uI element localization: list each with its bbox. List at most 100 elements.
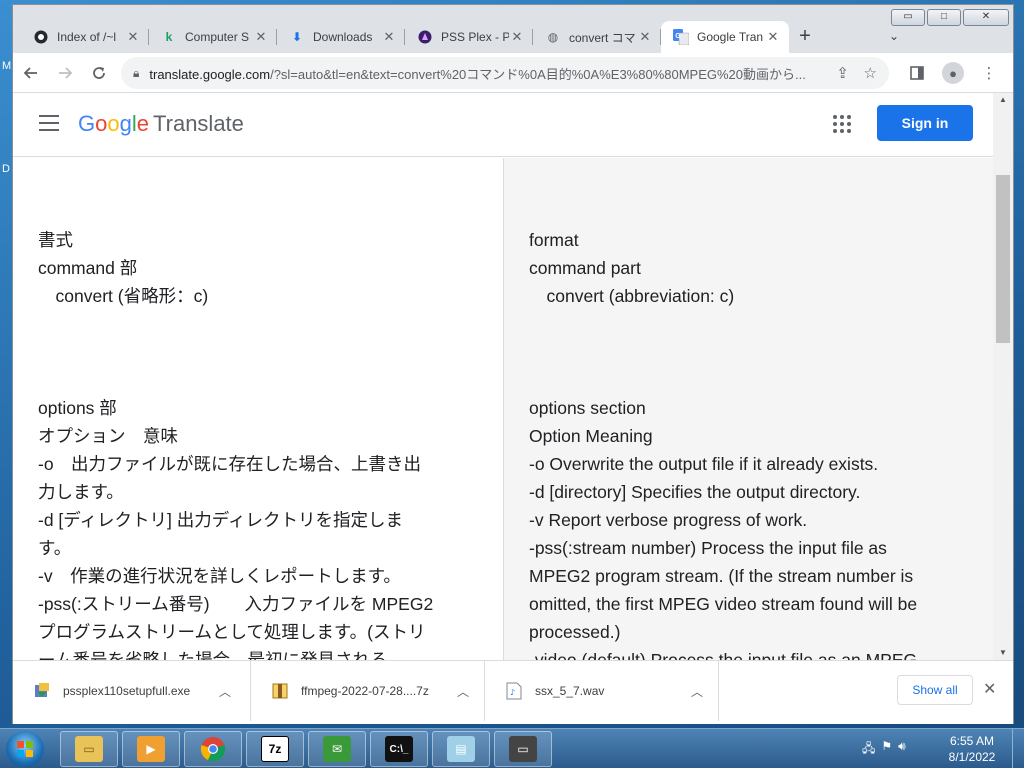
app-taskbar-button[interactable]: ✉ <box>308 731 366 767</box>
google-apps-icon[interactable] <box>833 115 851 133</box>
source-line: 力します。 <box>38 482 124 502</box>
show-all-button[interactable]: Show all <box>897 675 973 705</box>
7zip-taskbar-button[interactable]: 7z <box>246 731 304 767</box>
source-line: command 部 <box>38 258 138 278</box>
translation-line: -v Report verbose progress of work. <box>529 510 808 530</box>
taskbar: ▭ ▶ 7z ✉ C:\_ ▤ ▭ 🖧︎ ⚑ 🔊︎ 6:55 AM 8/1/20… <box>0 728 1024 768</box>
installer-icon <box>33 682 51 700</box>
minimize-button[interactable]: ▭ <box>891 9 925 26</box>
page-content: Google Translate Sign in 書式 command 部 con… <box>13 93 993 660</box>
chevron-up-icon[interactable]: ︿ <box>451 683 475 700</box>
download-item[interactable]: ♪ ssx_5_7.wav ︿ <box>485 661 719 721</box>
github-icon <box>33 29 49 45</box>
folder-icon: ▭ <box>75 736 103 762</box>
taskbar-clock[interactable]: 6:55 AM 8/1/2022 <box>940 733 1004 765</box>
archive-icon <box>271 682 289 700</box>
translate-header: Google Translate Sign in <box>13 93 993 157</box>
url-path: /?sl=auto&tl=en&text=convert%20コマンド%0A目的… <box>270 66 806 82</box>
translation-line: MPEG2 program stream. (If the stream num… <box>529 566 914 586</box>
close-icon[interactable]: ✕ <box>509 29 525 45</box>
download-bar: pssplex110setupfull.exe ︿ ffmpeg-2022-07… <box>13 660 1013 724</box>
close-icon[interactable]: ✕ <box>983 679 996 699</box>
close-icon[interactable]: ✕ <box>637 29 653 45</box>
volume-icon[interactable]: 🔊︎ <box>898 739 906 760</box>
action-center-flag-icon[interactable]: ⚑ <box>881 739 892 760</box>
logo-translate-text: Translate <box>153 111 244 136</box>
network-icon[interactable]: 🖧︎ <box>862 739 875 760</box>
bookmark-star-icon[interactable]: ☆ <box>864 64 877 82</box>
source-line: -d [ディレクトリ] 出力ディレクトリを指定しま <box>38 510 404 530</box>
source-line: オプション 意味 <box>38 426 178 446</box>
tab-convert[interactable]: ◍ convert コマ ✕ <box>533 21 661 53</box>
tab-pss-plex[interactable]: PSS Plex - P ✕ <box>405 21 533 53</box>
tab-downloads[interactable]: ⬇ Downloads ✕ <box>277 21 405 53</box>
tab-title: Computer S <box>185 30 250 44</box>
lock-icon[interactable]: 🔒︎ <box>133 66 139 81</box>
more-menu-icon[interactable]: ⋮ <box>973 57 1005 89</box>
google-translate-icon: G <box>673 29 689 45</box>
google-translate-logo[interactable]: Google Translate <box>78 111 244 137</box>
show-desktop-button[interactable] <box>1012 729 1024 768</box>
translation-line: format <box>529 230 579 250</box>
close-window-button[interactable]: ✕ <box>963 9 1009 26</box>
translation-line: convert (abbreviation: c) <box>529 286 735 306</box>
tab-computer[interactable]: k Computer S ✕ <box>149 21 277 53</box>
maximize-button[interactable]: □ <box>927 9 961 26</box>
translation-line: options section <box>529 398 646 418</box>
share-icon[interactable]: ⇪ <box>836 64 849 82</box>
reload-icon <box>93 66 105 79</box>
package-icon: ✉ <box>323 736 351 762</box>
page-scrollbar[interactable]: ▲ ▼ <box>993 93 1013 660</box>
translation-line: -video (default) Process the input file … <box>529 650 918 660</box>
globe-icon: ◍ <box>547 30 559 44</box>
reload-button[interactable] <box>83 57 115 89</box>
new-tab-button[interactable]: + <box>789 21 821 53</box>
download-item[interactable]: pssplex110setupfull.exe ︿ <box>13 661 251 721</box>
close-icon[interactable]: ✕ <box>125 29 141 45</box>
sign-in-button[interactable]: Sign in <box>877 105 973 141</box>
source-line: convert (省略形：c) <box>38 286 209 306</box>
k-logo-icon: k <box>165 30 173 44</box>
source-line: 書式 <box>38 230 73 250</box>
scrollbar-thumb[interactable] <box>996 175 1010 343</box>
download-filename: ffmpeg-2022-07-28....7z <box>301 684 429 698</box>
chrome-taskbar-button[interactable] <box>184 731 242 767</box>
start-button[interactable] <box>6 731 44 767</box>
toolbar-actions: ● ⋮ <box>901 57 1005 89</box>
forward-button[interactable] <box>49 57 81 89</box>
source-line: options 部 <box>38 398 117 418</box>
tab-google-translate[interactable]: G Google Tran ✕ <box>661 21 789 53</box>
tab-title: convert コマ <box>569 30 636 45</box>
forward-arrow-icon <box>59 66 73 79</box>
close-icon[interactable]: ✕ <box>765 29 781 45</box>
translation-line: -d [directory] Specifies the output dire… <box>529 482 861 502</box>
scroll-down-arrow-icon[interactable]: ▼ <box>993 646 1013 660</box>
source-line: -pss(:ストリーム番号) 入力ファイルを MPEG2 <box>38 594 434 614</box>
source-text-pane[interactable]: 書式 command 部 convert (省略形：c) options 部 オ… <box>13 158 503 660</box>
tab-search-chevron-icon[interactable]: ⌄ <box>889 29 899 43</box>
tab-index-of[interactable]: Index of /~l ✕ <box>21 21 149 53</box>
translation-line: Option Meaning <box>529 426 653 446</box>
notepad-taskbar-button[interactable]: ▤ <box>432 731 490 767</box>
close-icon[interactable]: ✕ <box>253 29 269 45</box>
media-player-taskbar-button[interactable]: ▶ <box>122 731 180 767</box>
url-host: translate.google.com <box>149 66 271 82</box>
command-prompt-icon: C:\_ <box>385 736 413 762</box>
scroll-up-arrow-icon[interactable]: ▲ <box>993 93 1013 107</box>
hamburger-menu-icon[interactable] <box>39 115 59 131</box>
download-filename: ssx_5_7.wav <box>535 684 605 698</box>
download-item[interactable]: ffmpeg-2022-07-28....7z ︿ <box>251 661 485 721</box>
close-icon[interactable]: ✕ <box>381 29 397 45</box>
address-bar[interactable]: 🔒︎ translate.google.com/?sl=auto&tl=en&t… <box>121 57 889 89</box>
console-taskbar-button[interactable]: ▭ <box>494 731 552 767</box>
back-button[interactable] <box>15 57 47 89</box>
side-panel-icon[interactable] <box>901 57 933 89</box>
chevron-up-icon[interactable]: ︿ <box>213 683 237 700</box>
profile-button[interactable]: ● <box>937 57 969 89</box>
window-controls: ▭ □ ✕ <box>891 9 1009 26</box>
windows-logo-icon <box>17 741 33 757</box>
chevron-up-icon[interactable]: ︿ <box>685 683 709 700</box>
svg-text:♪: ♪ <box>510 688 515 697</box>
explorer-taskbar-button[interactable]: ▭ <box>60 731 118 767</box>
cmd-taskbar-button[interactable]: C:\_ <box>370 731 428 767</box>
